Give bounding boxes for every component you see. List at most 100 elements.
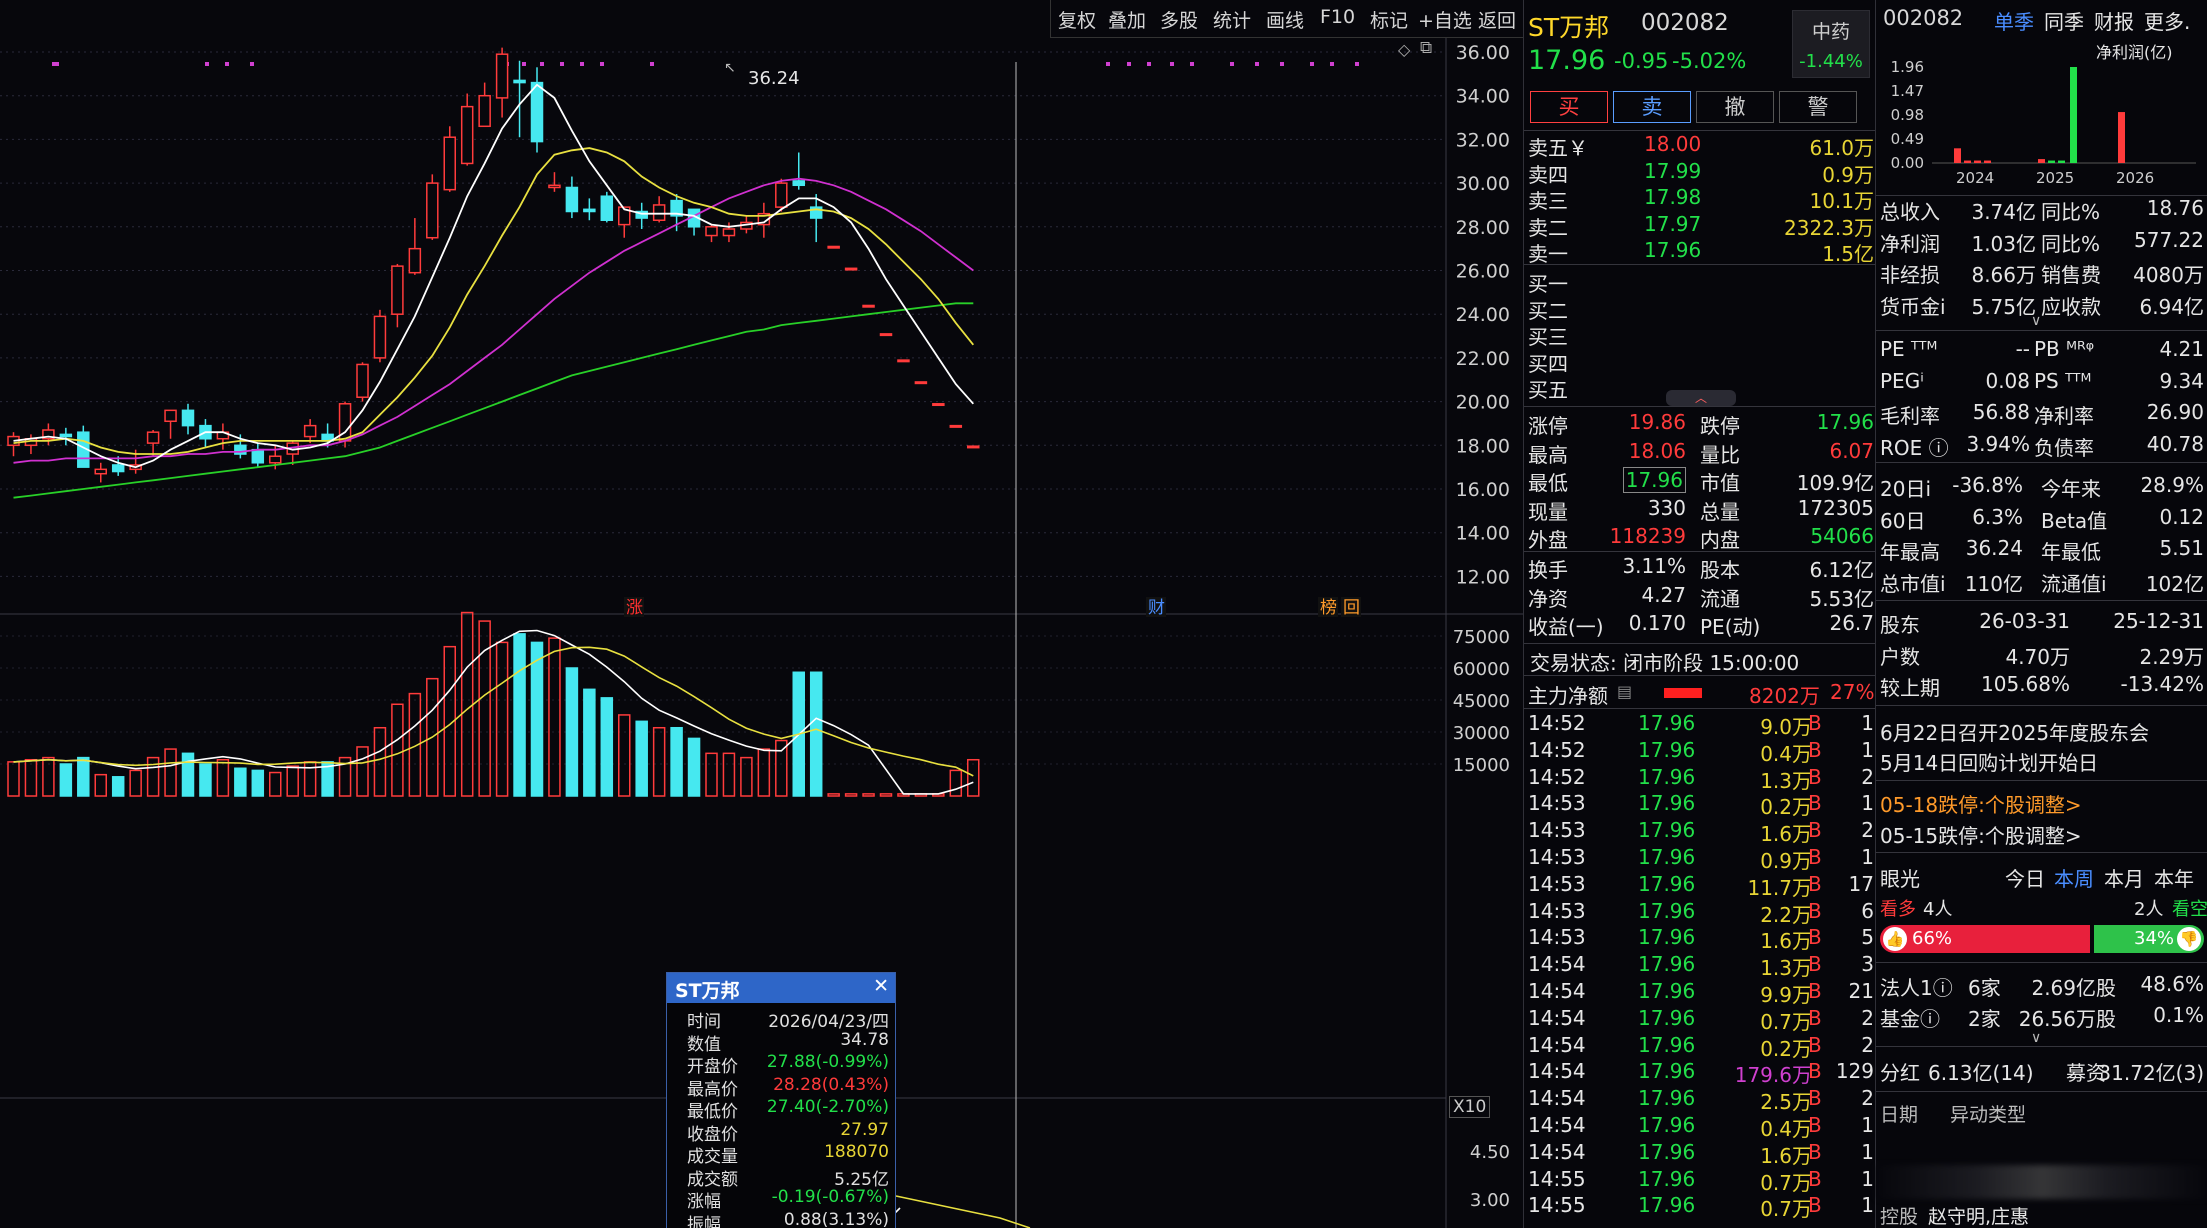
tick-count: 129 (1835, 1059, 1874, 1084)
candle[interactable] (373, 309, 387, 363)
candle[interactable] (460, 93, 474, 166)
toolbar-stats-button[interactable]: 统计 (1213, 6, 1251, 33)
fin-tab-more[interactable]: 更多. (2144, 6, 2190, 35)
event-marker[interactable]: 回 (1343, 598, 1360, 618)
toolbar-fuquan-button[interactable]: 复权 (1058, 6, 1096, 33)
candle[interactable] (827, 245, 840, 249)
candle[interactable] (408, 218, 422, 275)
candle[interactable] (879, 333, 893, 337)
fin-tab-same-quarter[interactable]: 同季 (2044, 6, 2084, 35)
candle[interactable] (792, 152, 805, 190)
candle[interactable] (164, 409, 177, 439)
candle[interactable] (618, 206, 631, 238)
candle[interactable] (967, 445, 980, 449)
sector-box[interactable]: 中药 -1.44% (1792, 10, 1870, 78)
candle[interactable] (59, 427, 73, 446)
toolbar-draw-button[interactable]: 画线 (1266, 6, 1304, 33)
candle[interactable] (216, 423, 230, 450)
chart-expand-icon[interactable]: ⧉ (1420, 38, 1432, 58)
inst-count: 6家 (1968, 976, 2001, 1000)
vision-tab-year[interactable]: 本年 (2154, 863, 2194, 892)
ask-row[interactable]: 卖一 17.96 1.5亿 (1524, 238, 1876, 266)
cancel-order-button[interactable]: 撤 (1696, 91, 1774, 123)
expand-icon[interactable]: ∨ (2031, 313, 2041, 329)
bear-bar[interactable]: 34% 👎 (2094, 925, 2204, 953)
ask-row[interactable]: 卖二 17.97 2322.3万 (1524, 212, 1876, 240)
candle[interactable] (356, 362, 369, 402)
candle[interactable] (652, 196, 666, 223)
candle[interactable] (914, 381, 928, 385)
news-item[interactable]: 5月14日回购计划开始日 (1880, 747, 2098, 776)
alert-button[interactable]: 警 (1779, 91, 1857, 123)
candle[interactable] (24, 434, 38, 455)
buy-button[interactable]: 买 (1530, 91, 1608, 123)
candle[interactable] (94, 462, 107, 483)
fin-bar (2048, 160, 2055, 163)
chart-icon[interactable]: ▤ (1617, 682, 1632, 701)
candle[interactable] (478, 82, 491, 128)
event-marker[interactable]: 涨 (626, 598, 643, 618)
event-marker[interactable]: 榜 (1320, 598, 1337, 618)
expand-icon[interactable]: ∨ (2031, 1030, 2041, 1046)
news-item[interactable]: 6月22日召开2025年度股东会 (1880, 717, 2149, 746)
candle[interactable] (897, 359, 910, 363)
candle[interactable] (722, 222, 736, 243)
bid-row[interactable]: 买一 (1524, 268, 1876, 296)
tick-count: 2 (1861, 1005, 1874, 1030)
close-icon[interactable]: ✕ (873, 975, 889, 997)
candle[interactable] (705, 224, 718, 243)
candle[interactable] (495, 47, 509, 118)
vision-tab-month[interactable]: 本月 (2104, 863, 2144, 892)
candle[interactable] (303, 419, 317, 444)
bull-bar[interactable]: 👍 66% (1880, 925, 2090, 953)
signal-dot (250, 62, 254, 66)
ask-row[interactable]: 卖三 17.98 10.1万 (1524, 185, 1876, 213)
chart-settings-icon[interactable]: ◇ (1398, 40, 1410, 59)
vision-tab-today[interactable]: 今日 (2005, 863, 2045, 892)
candle[interactable] (251, 443, 265, 468)
vision-tab-week[interactable]: 本周 (2054, 863, 2094, 892)
candle[interactable] (565, 176, 579, 219)
candle[interactable] (146, 430, 160, 457)
sell-button[interactable]: 卖 (1613, 91, 1691, 123)
candle[interactable] (286, 440, 299, 465)
fin-tab-report[interactable]: 财报 (2094, 6, 2134, 35)
candle[interactable] (949, 424, 963, 428)
bid-row[interactable]: 买二 (1524, 295, 1876, 323)
toolbar-multistock-button[interactable]: 多股 (1160, 6, 1198, 33)
toolbar-add-watchlist-button[interactable]: +自选 (1418, 6, 1472, 33)
tick-price: 17.96 (1638, 764, 1696, 789)
toolbar-overlay-button[interactable]: 叠加 (1108, 6, 1146, 33)
fin-tab-quarter[interactable]: 单季 (1994, 6, 2034, 35)
bid-row[interactable]: 买三 (1524, 321, 1876, 349)
candle[interactable] (932, 403, 945, 407)
ask-row[interactable]: 卖四 17.99 0.9万 (1524, 159, 1876, 187)
candle[interactable] (548, 172, 561, 192)
candle[interactable] (635, 202, 648, 229)
candle[interactable] (862, 304, 875, 308)
orderbook-collapse-icon[interactable]: ︿ (1666, 390, 1736, 406)
toolbar-mark-button[interactable]: 标记 (1370, 6, 1408, 33)
bid-row[interactable]: 买四 (1524, 348, 1876, 376)
news-item[interactable]: 05-15跌停:个股调整> (1880, 820, 2082, 849)
candle[interactable] (844, 267, 858, 271)
toolbar-f10-button[interactable]: F10 (1320, 6, 1355, 28)
candle[interactable] (600, 191, 614, 223)
candle[interactable] (426, 174, 439, 240)
candle[interactable] (391, 263, 404, 328)
event-marker[interactable]: 财 (1148, 598, 1165, 618)
fin-bar (2038, 159, 2045, 163)
fin_rows-label: 应收款 (2041, 294, 2101, 319)
candle[interactable] (7, 432, 20, 457)
ask-row[interactable]: 卖五￥ 18.00 61.0万 (1524, 132, 1876, 160)
candle[interactable] (181, 403, 195, 435)
holder_rows-label: 较上期 (1880, 676, 1940, 700)
news-item[interactable]: 05-18跌停:个股调整> (1880, 789, 2082, 818)
volume-bar (967, 758, 980, 797)
toolbar-back-button[interactable]: 返回 (1478, 6, 1516, 33)
candle[interactable] (530, 67, 544, 153)
candle[interactable] (42, 423, 55, 446)
candle[interactable] (443, 126, 456, 192)
candle[interactable] (583, 198, 596, 221)
tick-side: B (1808, 845, 1822, 869)
